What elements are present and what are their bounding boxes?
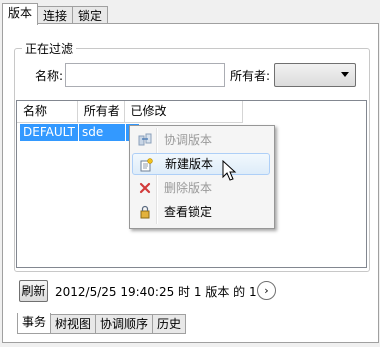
chevron-down-icon	[341, 72, 349, 77]
next-arrow-button[interactable]: ›	[257, 281, 276, 300]
top-tab-strip: 版本 连接 锁定	[2, 3, 109, 26]
menu-item-label: 协调版本	[164, 133, 213, 147]
cell-owner: sde	[79, 124, 126, 141]
reconcile-icon	[138, 133, 152, 146]
column-header-owner[interactable]: 所有者	[78, 101, 125, 122]
table-row[interactable]: DEFAULT sde	[20, 124, 139, 141]
tab-tree-view[interactable]: 树视图	[50, 314, 97, 334]
cell-name: DEFAULT	[20, 124, 79, 141]
context-menu: 协调版本 新建版本 删除版本 查看锁定	[129, 125, 275, 229]
tab-reconcile-order[interactable]: 协调顺序	[95, 314, 154, 334]
menu-item-new-version[interactable]: 新建版本	[132, 153, 270, 175]
column-header-name[interactable]: 名称	[17, 101, 78, 122]
menu-item-view-locks[interactable]: 查看锁定	[132, 201, 270, 223]
name-filter-input[interactable]	[65, 63, 225, 87]
owner-filter-dropdown[interactable]	[274, 63, 356, 87]
status-text: 2012/5/25 19:40:25 时 1 版本 的 1	[55, 285, 257, 299]
tab-history[interactable]: 历史	[152, 314, 187, 334]
name-filter-label: 名称:	[35, 69, 64, 83]
delete-icon	[139, 182, 151, 194]
menu-item-label: 新建版本	[165, 157, 214, 171]
menu-item-reconcile[interactable]: 协调版本	[132, 129, 270, 151]
tab-transactions[interactable]: 事务	[17, 313, 52, 334]
new-version-icon	[140, 158, 153, 172]
owner-filter-label: 所有者:	[230, 69, 271, 83]
menu-item-label: 查看锁定	[164, 205, 213, 219]
menu-item-label: 删除版本	[164, 181, 213, 195]
column-header-modified[interactable]: 已修改	[125, 101, 243, 122]
refresh-button[interactable]: 刷新	[19, 280, 48, 302]
mouse-cursor-icon	[222, 160, 237, 181]
menu-item-delete-version[interactable]: 删除版本	[132, 177, 270, 199]
lock-icon	[140, 205, 150, 219]
grid-header: 名称 所有者 已修改	[17, 101, 243, 123]
tab-versions[interactable]: 版本	[2, 3, 39, 25]
bottom-tab-strip: 事务 树视图 协调顺序 历史	[17, 313, 187, 335]
filter-group-title: 正在过滤	[22, 40, 77, 57]
